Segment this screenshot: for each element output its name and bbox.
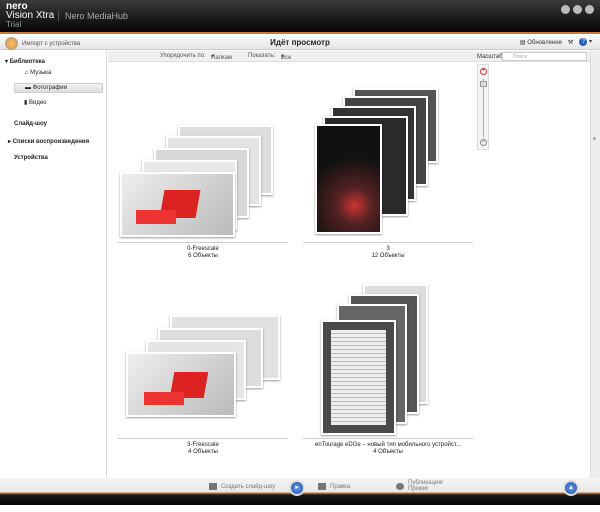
sidebar-playlists[interactable]: ▸ Списки воспроизведения — [8, 138, 89, 145]
edit-button[interactable]: Правка — [318, 483, 350, 490]
help-button[interactable]: ? ▾ — [579, 38, 592, 46]
bottom-bar: Создать слайд-шоу ▸ Правка Публикация/ П… — [0, 478, 600, 505]
scrollbar[interactable]: ≡ — [590, 51, 600, 478]
sidebar-item-photos[interactable]: ▬ Фотографии — [14, 83, 103, 93]
zoom-slider-handle[interactable] — [480, 81, 487, 87]
folder-item[interactable]: 3 12 Объекты — [303, 86, 473, 286]
nero-logo: nero Vision Xtra Trial — [6, 1, 55, 30]
scrollbar-grip[interactable]: ≡ — [593, 136, 596, 142]
sidebar-devices[interactable]: Устройства — [14, 155, 48, 161]
sidebar-item-music[interactable]: ♫ Музыка — [24, 70, 51, 76]
zoom-out-icon[interactable]: − — [480, 139, 487, 146]
content-area: 0-Freescale 6 Объекты 3 12 Объекты 3-Fre… — [108, 62, 590, 478]
sidebar-item-video[interactable]: ▮ Видео — [24, 99, 47, 106]
zoom-slider[interactable]: + − — [477, 64, 489, 150]
zoom-in-icon[interactable]: + — [480, 68, 487, 75]
close-button[interactable] — [585, 5, 594, 14]
title-bar: nero Vision Xtra Trial Nero MediaHub — [0, 0, 600, 34]
create-slideshow-button[interactable]: Создать слайд-шоу — [209, 483, 275, 490]
disc-icon — [396, 482, 404, 490]
app-title: Nero MediaHub — [58, 11, 128, 21]
folder-item[interactable]: 0-Freescale 6 Объекты — [118, 122, 288, 322]
minimize-button[interactable] — [561, 5, 570, 14]
sidebar: ▾ Библиотека ♫ Музыка ▬ Фотографии ▮ Вид… — [0, 51, 107, 478]
sort-bar: Упорядочить по: Папкам ▾ Показать: Все ▾ — [108, 51, 474, 62]
play-button[interactable]: ▸ — [289, 480, 305, 496]
sidebar-library[interactable]: ▾ Библиотека — [5, 58, 45, 65]
maximize-button[interactable] — [573, 5, 582, 14]
toolbar: Импорт с устройства Идёт просмотр ▤ Обно… — [0, 36, 600, 50]
page-title: Идёт просмотр — [270, 38, 330, 47]
zoom-bar: Масштаб ▾ Поиск — [474, 51, 590, 62]
show-dropdown[interactable]: Все ▾ — [281, 53, 291, 61]
folder-item[interactable]: enTourage eDGe – новый тип мобильного ус… — [303, 282, 473, 482]
edit-icon — [318, 483, 326, 490]
publish-button[interactable]: Публикация/ Прожиг — [396, 480, 458, 492]
search-input[interactable]: Поиск — [502, 52, 587, 61]
sidebar-slideshow[interactable]: Слайд-шоу — [14, 121, 47, 127]
slideshow-icon — [209, 483, 217, 490]
update-button[interactable]: ▤ Обновление — [520, 39, 562, 46]
tools-icon[interactable]: ⚒ — [568, 39, 573, 46]
sort-dropdown[interactable]: Папкам ▾ — [211, 53, 232, 61]
expand-button[interactable]: ▴ — [563, 480, 579, 496]
